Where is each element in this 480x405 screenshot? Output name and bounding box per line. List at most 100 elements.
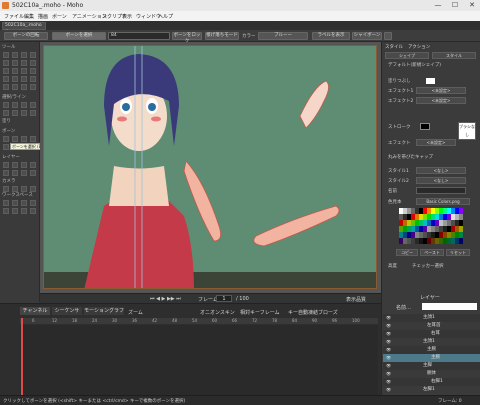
tool-button[interactable] bbox=[30, 186, 36, 192]
bone-value-field[interactable]: 84 bbox=[108, 32, 170, 40]
layer-row[interactable]: 👁 主腕 bbox=[383, 346, 480, 354]
playback-controls[interactable]: ⏮ ◀ ▶ ▶▶ ⏭ bbox=[150, 296, 181, 302]
auto-freeze-label[interactable]: キー自動凍結ブローズ bbox=[288, 309, 338, 316]
tool-button[interactable] bbox=[30, 200, 36, 206]
relative-keyframe-label[interactable]: 相対キーフレーム bbox=[240, 309, 280, 316]
onion-skin-label[interactable]: オニオンスキン bbox=[200, 309, 235, 316]
tab-motion-graph[interactable]: モーショングラフ bbox=[84, 307, 124, 315]
effect1-dropdown[interactable]: <未設定> bbox=[416, 87, 466, 94]
stroke-color-swatch[interactable] bbox=[420, 123, 430, 130]
layer-row[interactable]: 👁 左脚1 bbox=[383, 386, 480, 394]
visibility-eye-icon[interactable]: 👁 bbox=[386, 338, 391, 346]
tool-button[interactable] bbox=[21, 76, 27, 82]
tool-button[interactable] bbox=[3, 84, 9, 90]
menu-edit[interactable]: 編集 bbox=[24, 13, 34, 20]
bone-mode-dropdown[interactable]: ボーンの回転 bbox=[4, 32, 48, 40]
menu-bone[interactable]: ボーン bbox=[52, 13, 67, 20]
tool-button[interactable] bbox=[12, 102, 18, 108]
close-button[interactable]: ✕ bbox=[464, 0, 480, 11]
tool-button[interactable] bbox=[30, 110, 36, 116]
layer-row[interactable]: 👁 主脚 bbox=[383, 362, 480, 370]
layer-row[interactable]: 👁 主顔1 bbox=[383, 338, 480, 346]
menu-help[interactable]: ヘルプ bbox=[158, 13, 173, 20]
lock-bone-button[interactable]: ボーンをロック bbox=[172, 32, 202, 44]
document-tab[interactable]: 502C10a_.moho × bbox=[2, 22, 46, 34]
visibility-eye-icon[interactable]: 👁 bbox=[386, 346, 391, 354]
tool-button[interactable] bbox=[12, 208, 18, 214]
fill-color-swatch[interactable] bbox=[426, 78, 435, 84]
paste-button[interactable]: ペースト bbox=[420, 249, 444, 256]
tool-button[interactable] bbox=[3, 60, 9, 66]
tool-button[interactable] bbox=[3, 144, 9, 150]
tool-button[interactable] bbox=[3, 102, 9, 108]
tool-button[interactable] bbox=[3, 208, 9, 214]
tool-button[interactable] bbox=[12, 162, 18, 168]
tab-style[interactable]: スタイル bbox=[385, 44, 403, 50]
tool-button[interactable] bbox=[21, 162, 27, 168]
tool-button[interactable] bbox=[12, 52, 18, 58]
visibility-eye-icon[interactable]: 👁 bbox=[386, 370, 391, 378]
round-caps-checkbox[interactable]: 丸みを帯びたキャップ bbox=[388, 154, 433, 160]
tool-button[interactable] bbox=[21, 200, 27, 206]
tool-button[interactable] bbox=[30, 102, 36, 108]
checker-checkbox[interactable]: チェッカー選択 bbox=[412, 263, 444, 269]
tool-button[interactable] bbox=[21, 136, 27, 142]
show-label-checkbox[interactable]: ラベルを表示 bbox=[312, 32, 350, 40]
tool-button[interactable] bbox=[12, 136, 18, 142]
minimize-button[interactable]: — bbox=[430, 0, 446, 11]
drawing-canvas[interactable] bbox=[43, 45, 377, 289]
style2-dropdown[interactable]: <なし> bbox=[416, 177, 466, 184]
shy-bone-button[interactable]: シャイボーン bbox=[352, 32, 382, 40]
tool-button[interactable] bbox=[30, 136, 36, 142]
layer-row[interactable]: 👁 右脚1 bbox=[383, 378, 480, 386]
tool-button[interactable] bbox=[21, 68, 27, 74]
layer-row[interactable]: 👁 胴体 bbox=[383, 370, 480, 378]
advanced-checkbox[interactable]: 高度 bbox=[388, 263, 397, 269]
copy-button[interactable]: コピー bbox=[396, 249, 418, 256]
layer-row[interactable]: 👁 主顔1 bbox=[383, 314, 480, 322]
tool-button[interactable] bbox=[3, 68, 9, 74]
tool-button[interactable] bbox=[30, 208, 36, 214]
visibility-eye-icon[interactable]: 👁 bbox=[386, 330, 391, 338]
tool-button[interactable] bbox=[21, 170, 27, 176]
color-swatch[interactable] bbox=[459, 238, 463, 244]
tool-button[interactable] bbox=[30, 84, 36, 90]
tool-button[interactable] bbox=[21, 186, 27, 192]
palette-dropdown[interactable]: Basic Colors.png bbox=[416, 198, 470, 205]
tool-button[interactable] bbox=[12, 68, 18, 74]
tool-button[interactable] bbox=[12, 186, 18, 192]
tool-button[interactable] bbox=[21, 84, 27, 90]
tool-button[interactable] bbox=[3, 200, 9, 206]
menu-draw[interactable]: 描画 bbox=[38, 13, 48, 20]
visibility-eye-icon[interactable]: 👁 bbox=[386, 362, 391, 370]
tool-button[interactable] bbox=[3, 170, 9, 176]
timeline-tracks[interactable] bbox=[20, 325, 378, 395]
color-dropdown[interactable]: ブルーー bbox=[258, 32, 308, 40]
tool-button[interactable] bbox=[3, 136, 9, 142]
tool-button[interactable] bbox=[30, 60, 36, 66]
tool-button[interactable] bbox=[21, 110, 27, 116]
layer-row[interactable]: 👁 左耳首 bbox=[383, 322, 480, 330]
menu-view[interactable]: 表示 bbox=[122, 13, 132, 20]
layers-search-input[interactable] bbox=[422, 303, 477, 310]
tool-button[interactable] bbox=[21, 102, 27, 108]
tool-button[interactable] bbox=[12, 84, 18, 90]
reset-button[interactable]: リセット bbox=[446, 249, 470, 256]
visibility-eye-icon[interactable]: 👁 bbox=[386, 354, 391, 362]
visibility-eye-icon[interactable]: 👁 bbox=[386, 378, 391, 386]
tool-button[interactable] bbox=[30, 52, 36, 58]
options-extra-icon[interactable] bbox=[384, 32, 392, 40]
tool-button[interactable] bbox=[12, 76, 18, 82]
tool-button[interactable] bbox=[12, 110, 18, 116]
tool-button[interactable] bbox=[12, 60, 18, 66]
tool-button[interactable] bbox=[12, 170, 18, 176]
tab-sequencer[interactable]: シーケンサ bbox=[52, 307, 82, 315]
tool-button[interactable] bbox=[30, 68, 36, 74]
effect2-dropdown[interactable]: <未設定> bbox=[416, 97, 466, 104]
menu-file[interactable]: ファイル bbox=[4, 13, 24, 20]
tool-button[interactable] bbox=[30, 170, 36, 176]
layer-row[interactable]: 👁 右耳 bbox=[383, 330, 480, 338]
select-bone-button[interactable]: ボーンを選択 bbox=[52, 32, 106, 40]
tool-button[interactable] bbox=[21, 52, 27, 58]
style1-dropdown[interactable]: <なし> bbox=[416, 167, 466, 174]
